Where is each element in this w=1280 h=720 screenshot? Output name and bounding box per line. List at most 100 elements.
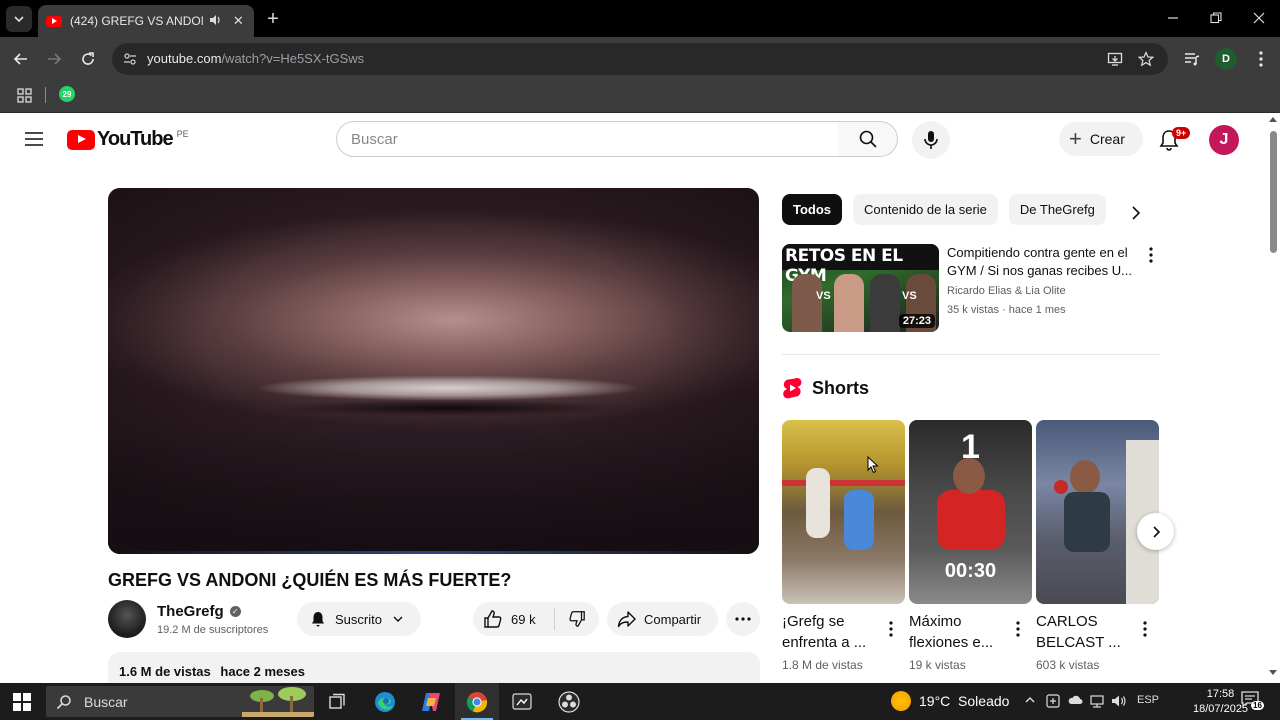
chevron-right-icon[interactable] bbox=[1126, 203, 1146, 223]
reload-button[interactable] bbox=[76, 47, 100, 71]
speaker-icon[interactable] bbox=[209, 14, 222, 29]
back-button[interactable] bbox=[9, 47, 33, 71]
shorts-logo-icon bbox=[783, 378, 802, 399]
more-actions-button[interactable] bbox=[726, 602, 760, 636]
scroll-up-arrow-icon[interactable] bbox=[1269, 117, 1277, 122]
minimize-button[interactable] bbox=[1158, 6, 1188, 30]
chip-from-channel[interactable]: De TheGrefg bbox=[1008, 194, 1106, 225]
taskbar-copilot[interactable] bbox=[409, 683, 453, 720]
recommended-meta: 35 k vistas · hace 1 mes bbox=[947, 304, 1066, 316]
obs-studio-icon bbox=[558, 690, 580, 713]
like-button[interactable]: 69 k bbox=[473, 608, 555, 630]
short-thumbnail[interactable] bbox=[1036, 420, 1159, 604]
bell-filled-icon bbox=[312, 612, 324, 627]
search-button[interactable] bbox=[838, 121, 898, 157]
description-box[interactable]: 1.6 M de vistas hace 2 meses bbox=[108, 652, 760, 683]
taskbar-chrome[interactable] bbox=[455, 683, 499, 720]
windows-taskbar: Buscar 19°C Soleado ESP 17:58 18/07/2025… bbox=[0, 683, 1280, 720]
edge-browser-icon bbox=[375, 691, 395, 712]
taskbar-recording-app[interactable] bbox=[500, 683, 544, 720]
account-avatar[interactable]: J bbox=[1209, 125, 1239, 155]
chrome-menu-button[interactable] bbox=[1249, 47, 1273, 71]
restore-button[interactable] bbox=[1201, 6, 1231, 30]
related-filter-chips: Todos Contenido de la serie De TheGrefg bbox=[782, 194, 1117, 225]
taskbar-obs[interactable] bbox=[547, 683, 591, 720]
bookmarks-separator bbox=[45, 87, 46, 103]
taskbar-edge[interactable] bbox=[363, 683, 407, 720]
voice-search-button[interactable] bbox=[912, 121, 950, 159]
like-dislike-group: 69 k bbox=[473, 602, 599, 636]
task-view-button[interactable] bbox=[315, 683, 359, 720]
forward-button[interactable] bbox=[42, 47, 66, 71]
taskbar-search-box[interactable]: Buscar bbox=[46, 686, 314, 717]
share-button[interactable]: Compartir bbox=[607, 602, 718, 636]
shorts-next-button[interactable] bbox=[1137, 513, 1174, 550]
scrollbar-thumb[interactable] bbox=[1270, 131, 1277, 253]
browser-tab-active[interactable]: (424) GREFG VS ANDONI ¿QUIÉN ES MÁS FUER… bbox=[38, 5, 254, 37]
chip-series-content[interactable]: Contenido de la serie bbox=[853, 194, 998, 225]
scroll-down-arrow-icon[interactable] bbox=[1269, 670, 1277, 675]
notification-center-button[interactable]: 16 bbox=[1241, 691, 1264, 711]
short-card[interactable]: ¡Grefg se enfrenta a ... 1.8 M de vistas bbox=[782, 420, 905, 672]
reload-icon bbox=[82, 52, 94, 65]
short-card[interactable]: CARLOS BELCAST ... 603 k vistas bbox=[1036, 420, 1159, 672]
site-settings-icon[interactable] bbox=[122, 51, 138, 67]
close-icon bbox=[1253, 12, 1265, 24]
taskbar-clock[interactable]: 17:58 18/07/2025 bbox=[1193, 687, 1248, 717]
kebab-menu-icon[interactable] bbox=[886, 620, 896, 638]
hamburger-menu-icon[interactable] bbox=[22, 129, 46, 149]
windows-start-icon[interactable] bbox=[12, 692, 32, 712]
youtube-play-icon bbox=[67, 129, 95, 150]
search-input[interactable]: Buscar bbox=[336, 121, 839, 157]
tray-overflow-chevron-icon[interactable] bbox=[1022, 694, 1038, 706]
input-language[interactable]: ESP bbox=[1134, 694, 1162, 706]
verified-check-icon: ✓ bbox=[229, 606, 241, 617]
recommended-thumbnail[interactable]: RETOS EN EL GYM VS VS 27:23 bbox=[782, 244, 939, 332]
media-control-button[interactable] bbox=[1180, 47, 1204, 71]
channel-avatar[interactable] bbox=[108, 600, 146, 638]
recommended-channel[interactable]: Ricardo Elias & Lia Olite bbox=[947, 285, 1066, 297]
youtube-favicon-icon bbox=[46, 15, 62, 27]
playlist-icon bbox=[1185, 53, 1200, 66]
tab-search-button[interactable] bbox=[6, 6, 32, 32]
kebab-menu-icon[interactable] bbox=[1013, 620, 1023, 638]
minimize-icon bbox=[1168, 17, 1178, 19]
create-button[interactable]: + Crear bbox=[1059, 122, 1143, 156]
browser-toolbar: youtube.com/watch?v=He5SX-tGSws D bbox=[0, 37, 1280, 81]
chevron-down-icon bbox=[14, 16, 24, 23]
kebab-menu-icon[interactable] bbox=[1146, 246, 1156, 264]
network-icon[interactable] bbox=[1088, 694, 1106, 708]
page-scrollbar[interactable] bbox=[1266, 113, 1280, 683]
channel-name[interactable]: TheGrefg ✓ bbox=[157, 603, 241, 620]
task-view-icon bbox=[329, 693, 345, 709]
short-thumbnail[interactable] bbox=[782, 420, 905, 604]
bookmark-star-icon[interactable] bbox=[1137, 50, 1155, 68]
short-thumbnail[interactable]: 1 00:30 bbox=[909, 420, 1032, 604]
onedrive-icon[interactable] bbox=[1066, 694, 1084, 706]
new-tab-button[interactable]: + bbox=[262, 8, 284, 30]
subscribed-button[interactable]: Suscrito bbox=[297, 602, 421, 636]
kebab-menu-icon[interactable] bbox=[1140, 620, 1150, 638]
tab-close-icon[interactable]: ✕ bbox=[231, 13, 246, 29]
recommended-video[interactable]: RETOS EN EL GYM VS VS 27:23 Compitiendo … bbox=[782, 244, 1162, 332]
share-arrow-icon bbox=[617, 611, 636, 628]
video-progress-bar[interactable] bbox=[108, 551, 759, 554]
recommended-title[interactable]: Compitiendo contra gente en el GYM / Si … bbox=[947, 244, 1137, 280]
youtube-page: YouTube PE Buscar + Crear 9+ J GREFG VS … bbox=[0, 113, 1280, 683]
video-player[interactable] bbox=[108, 188, 759, 554]
address-bar[interactable]: youtube.com/watch?v=He5SX-tGSws bbox=[112, 43, 1168, 75]
video-duration: 27:23 bbox=[898, 314, 935, 328]
weather-widget[interactable]: 19°C Soleado bbox=[891, 691, 1009, 711]
volume-icon[interactable] bbox=[1110, 694, 1128, 708]
chip-todos[interactable]: Todos bbox=[782, 194, 843, 225]
install-app-icon[interactable] bbox=[1106, 50, 1124, 68]
chrome-profile-button[interactable]: D bbox=[1214, 47, 1238, 71]
dislike-button[interactable] bbox=[555, 610, 599, 628]
short-card[interactable]: 1 00:30 Máximo flexiones e... 19 k vista… bbox=[909, 420, 1032, 672]
whatsapp-bookmark-icon[interactable]: 29 bbox=[59, 86, 75, 102]
chevron-right-icon bbox=[1152, 525, 1160, 538]
tray-app-icon[interactable] bbox=[1044, 694, 1062, 708]
youtube-logo[interactable]: YouTube PE bbox=[67, 128, 189, 151]
apps-grid-icon[interactable] bbox=[17, 88, 32, 103]
close-window-button[interactable] bbox=[1244, 6, 1274, 30]
